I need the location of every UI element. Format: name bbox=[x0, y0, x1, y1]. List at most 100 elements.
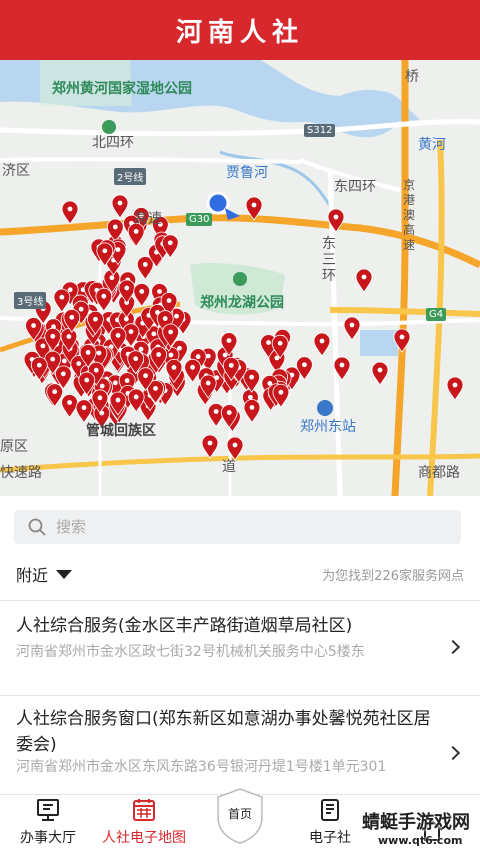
tab-e-map[interactable]: 人社电子地图 bbox=[94, 795, 194, 854]
watermark-text: 蜻蜓手游戏网 bbox=[362, 812, 470, 833]
tab-home[interactable]: 首页 bbox=[214, 787, 266, 847]
pin-star-icon bbox=[50, 333, 56, 339]
tab-label: 办事大厅 bbox=[20, 830, 76, 846]
service-point-address: 河南省郑州市金水区东风东路36号银河丹堤1号楼1单元301 bbox=[16, 759, 387, 775]
service-map[interactable]: 郑州黄河国家湿地公园 北四环 济区 2号线 贾鲁河 东四环 高速 G30 东三环… bbox=[0, 60, 480, 496]
pin-star-icon bbox=[115, 333, 121, 338]
g4-road bbox=[329, 307, 480, 317]
pin-star-icon bbox=[174, 313, 179, 319]
pin-star-icon bbox=[278, 389, 284, 395]
pin-star-icon bbox=[69, 314, 75, 320]
park-icon bbox=[233, 272, 247, 286]
pin-star-icon bbox=[157, 289, 162, 294]
pin-star-icon bbox=[213, 409, 219, 414]
map-label-gaosu: 高速 bbox=[134, 211, 162, 227]
map-label-s312: S312 bbox=[304, 124, 336, 137]
service-pin-icon[interactable] bbox=[201, 434, 219, 459]
pin-star-icon bbox=[333, 214, 339, 220]
list-item[interactable]: 人社综合服务窗口(郑东新区如意湖办事处馨悦苑社区居委会) 河南省郑州市金水区东风… bbox=[0, 696, 480, 794]
service-pin-icon[interactable] bbox=[343, 316, 361, 341]
search-section bbox=[0, 496, 480, 556]
pin-star-icon bbox=[124, 285, 130, 291]
pin-star-icon bbox=[124, 378, 130, 383]
pin-star-icon bbox=[167, 240, 173, 246]
map-label-g30: G30 bbox=[186, 213, 213, 226]
pin-star-icon bbox=[50, 356, 56, 362]
pin-star-icon bbox=[93, 367, 99, 373]
map-label-dongsihuan: 东四环 bbox=[334, 179, 376, 195]
service-pin-icon[interactable] bbox=[313, 332, 331, 357]
service-pin-icon[interactable] bbox=[61, 200, 79, 225]
tab-label: 人社电子地图 bbox=[102, 830, 186, 846]
pin-star-icon bbox=[78, 306, 84, 312]
service-pin-icon[interactable] bbox=[95, 287, 113, 312]
pin-star-icon bbox=[66, 334, 72, 339]
search-box[interactable] bbox=[14, 510, 461, 544]
pin-star-icon bbox=[84, 377, 90, 383]
service-pin-icon[interactable] bbox=[184, 359, 202, 384]
map-label-wetland: 郑州黄河国家湿地公园 bbox=[52, 81, 192, 97]
watermark: 蜻蜓手游戏网 www.qt6.com bbox=[340, 808, 480, 854]
pin-star-icon bbox=[101, 293, 107, 299]
pin-star-icon bbox=[452, 382, 458, 388]
pin-star-icon bbox=[247, 394, 253, 400]
lake-water bbox=[360, 330, 398, 356]
pin-star-icon bbox=[76, 361, 82, 367]
pin-star-icon bbox=[143, 373, 148, 379]
map-label-line2: 2号线 bbox=[114, 168, 147, 185]
pin-star-icon bbox=[162, 316, 168, 321]
pin-star-icon bbox=[52, 389, 58, 395]
pin-star-icon bbox=[251, 202, 257, 208]
service-pin-icon[interactable] bbox=[46, 383, 64, 408]
service-pin-icon[interactable] bbox=[111, 194, 129, 219]
service-pin-icon[interactable] bbox=[446, 376, 464, 401]
search-input[interactable] bbox=[56, 510, 446, 544]
service-point-name: 人社综合服务(金水区丰产路街道烟草局社区) bbox=[16, 616, 353, 636]
pin-star-icon bbox=[81, 405, 87, 411]
pin-star-icon bbox=[117, 200, 123, 206]
service-pin-icon[interactable] bbox=[243, 399, 261, 424]
service-pin-icon[interactable] bbox=[136, 256, 154, 281]
pin-star-icon bbox=[128, 329, 134, 335]
service-pin-icon[interactable] bbox=[371, 361, 389, 386]
pin-star-icon bbox=[249, 405, 255, 410]
map-canvas[interactable] bbox=[0, 60, 480, 496]
map-label-dao: 道 bbox=[222, 459, 236, 475]
pin-star-icon bbox=[361, 274, 367, 280]
service-pin-icon[interactable] bbox=[61, 394, 78, 419]
nearby-dropdown[interactable]: 附近 bbox=[16, 562, 73, 586]
pin-star-icon bbox=[67, 206, 73, 212]
pin-star-icon bbox=[249, 374, 255, 380]
tab-label: 首页 bbox=[227, 807, 252, 821]
list-item[interactable]: 人社综合服务(金水区丰产路街道烟草局社区) 河南省郑州市金水区政七街32号机械机… bbox=[0, 601, 480, 695]
pin-star-icon bbox=[168, 329, 174, 335]
chevron-right-icon bbox=[445, 639, 461, 655]
pin-star-icon bbox=[153, 386, 158, 391]
current-location-icon bbox=[206, 191, 230, 215]
service-point-address: 河南省郑州市金水区政七街32号机械机关服务中心5楼东 bbox=[16, 644, 365, 660]
service-pin-icon[interactable] bbox=[53, 288, 71, 313]
pin-star-icon bbox=[31, 323, 36, 328]
pin-star-icon bbox=[166, 298, 172, 303]
map-label-dongzhan: 郑州东站 bbox=[300, 419, 356, 435]
pin-star-icon bbox=[302, 362, 307, 368]
pin-star-icon bbox=[277, 340, 283, 346]
found-count-text: 为您找到226家服务网点 bbox=[322, 569, 464, 584]
pin-star-icon bbox=[102, 248, 108, 254]
map-label-guancheng: 管城回族区 bbox=[86, 423, 156, 439]
pin-star-icon bbox=[133, 356, 139, 362]
pin-star-icon bbox=[67, 287, 73, 293]
pin-star-icon bbox=[226, 410, 232, 415]
service-pin-icon[interactable] bbox=[133, 283, 151, 308]
service-point-name: 人社综合服务窗口(郑东新区如意湖办事处馨悦苑社区居委会) bbox=[16, 709, 431, 755]
pin-star-icon bbox=[109, 275, 115, 281]
pin-star-icon bbox=[112, 380, 118, 386]
filter-row: 附近 为您找到226家服务网点 bbox=[0, 556, 480, 592]
pin-star-icon bbox=[40, 343, 46, 349]
nearby-label: 附近 bbox=[16, 566, 49, 585]
pin-star-icon bbox=[171, 364, 177, 370]
pin-star-icon bbox=[142, 262, 148, 267]
tab-service-hall[interactable]: 办事大厅 bbox=[8, 795, 88, 854]
map-label-beisihuan: 北四环 bbox=[92, 135, 134, 151]
service-pin-icon[interactable] bbox=[355, 268, 373, 293]
